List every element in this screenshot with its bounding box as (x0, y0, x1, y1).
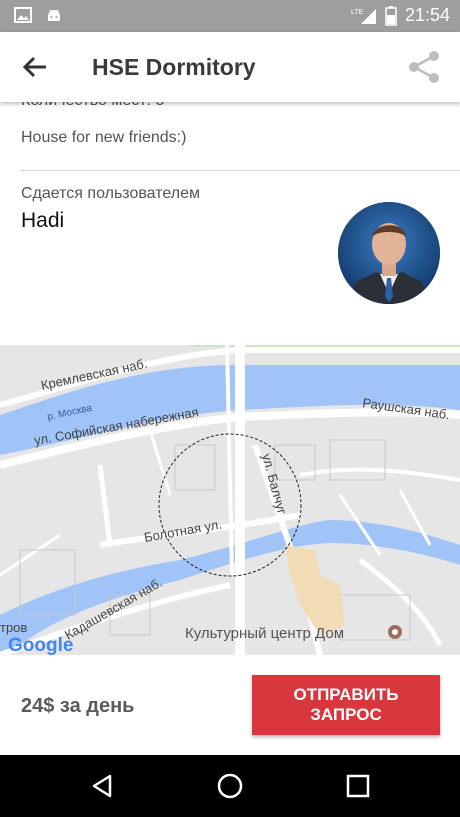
listing-description: House for new friends:) (21, 129, 187, 146)
divider (20, 170, 460, 171)
battery-icon (385, 5, 397, 26)
clock: 21:54 (404, 5, 450, 25)
google-logo: Google (8, 635, 73, 655)
map-label-edge: тров (0, 620, 27, 635)
booking-bar: 24$ за день ОТПРАВИТЬ ЗАПРОС (0, 655, 460, 755)
lte-signal-icon: LTE (351, 8, 376, 24)
send-request-button[interactable]: ОТПРАВИТЬ ЗАПРОС (252, 675, 440, 735)
map-label-cultural-center: Культурный центр Дом (185, 625, 344, 642)
avatar[interactable] (338, 202, 440, 304)
android-icon (48, 9, 60, 21)
home-nav-icon[interactable] (216, 772, 244, 800)
back-nav-icon[interactable] (88, 772, 116, 800)
recents-nav-icon[interactable] (344, 772, 372, 800)
share-icon[interactable] (406, 49, 442, 85)
status-bar: LTE 21:54 (0, 0, 460, 32)
page-title: HSE Dormitory (92, 54, 256, 80)
location-map[interactable]: Кремлевская наб. р. Москва ул. Софийская… (0, 345, 460, 655)
avatar-portrait (338, 202, 440, 304)
owner-name[interactable]: Hadi (21, 209, 64, 233)
gallery-icon (14, 7, 32, 23)
back-arrow-icon[interactable] (20, 52, 50, 82)
price-label: 24$ за день (21, 695, 135, 717)
svg-text:LTE: LTE (351, 9, 364, 16)
owner-label: Сдается пользователем (21, 185, 200, 202)
system-nav-bar (0, 755, 460, 817)
app-toolbar: HSE Dormitory (0, 32, 460, 102)
